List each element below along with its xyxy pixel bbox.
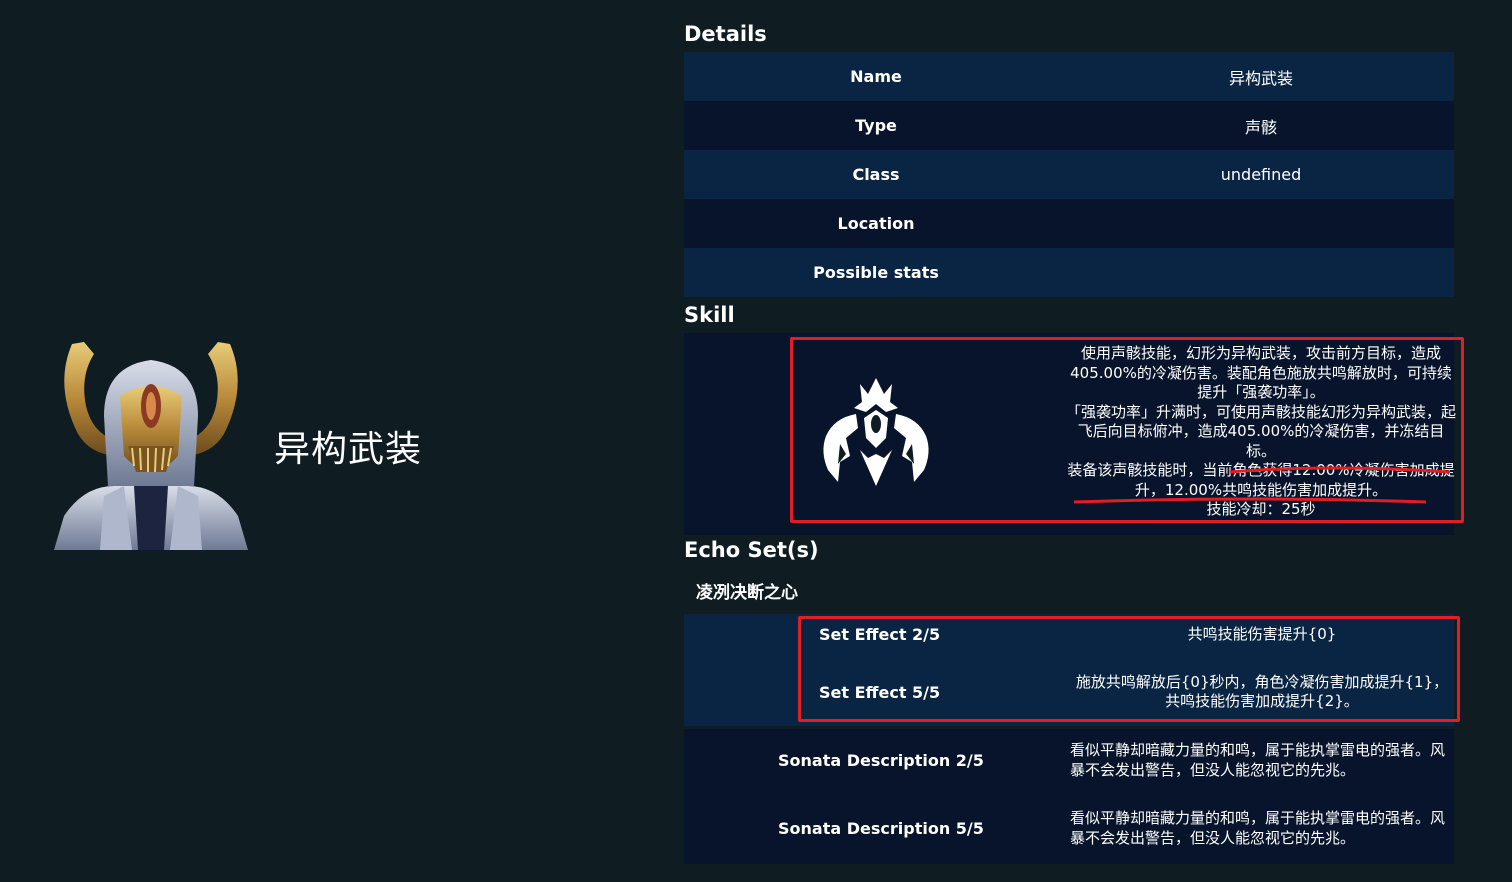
details-table: Name 异构武装 Type 声骸 Class undefined Locati… [684, 52, 1454, 297]
detail-key: Type [855, 116, 897, 135]
set-effect-value: 共鸣技能伤害提升{0} [1187, 624, 1337, 643]
table-row: Type 声骸 [684, 101, 1454, 150]
table-row: Class undefined [684, 150, 1454, 199]
hero-title: 异构武装 [274, 429, 423, 470]
skill-line: 使用声骸技能，幻形为异构武装，攻击前方目标，造成405.00%的冷凝伤害。装配角… [1070, 344, 1452, 401]
sonata-key: Sonata Description 5/5 [778, 819, 984, 838]
set-effect-key: Set Effect 5/5 [819, 683, 941, 702]
set-effect-row: Set Effect 5/5 施放共鸣解放后{0}秒内，角色冷凝伤害加成提升{1… [684, 673, 1454, 713]
skill-heading: Skill [684, 303, 735, 327]
set-effect-key: Set Effect 2/5 [819, 624, 941, 644]
detail-value: 声骸 [1244, 117, 1277, 137]
table-row: Location [684, 199, 1454, 248]
detail-key: Class [852, 165, 900, 184]
echo-portrait [44, 336, 258, 550]
detail-key: Location [837, 214, 915, 233]
detail-value: undefined [1220, 165, 1302, 184]
skill-line: 装备该声骸技能时，当前角色获得12.00%冷凝伤害加成提升，12.00%共鸣技能… [1067, 461, 1455, 499]
detail-key: Name [850, 67, 902, 86]
skill-line: 「强袭功率」升满时，可使用声骸技能幻形为异构武装，起飞后向目标俯冲，造成405.… [1066, 402, 1457, 460]
sonata-row: Sonata Description 2/5 看似平静却暗藏力量的和鸣，属于能执… [684, 741, 1454, 781]
details-heading: Details [684, 22, 767, 46]
skill-description: 使用声骸技能，幻形为异构武装，攻击前方目标，造成405.00%的冷凝伤害。装配角… [1066, 344, 1456, 520]
sonata-value: 看似平静却暗藏力量的和鸣，属于能执掌雷电的强者。风暴不会发出警告，但没人能忽视它… [1070, 809, 1446, 847]
skill-emblem-icon [823, 378, 929, 486]
echo-set-heading: Echo Set(s) [684, 538, 819, 562]
set-effect-row: Set Effect 2/5 共鸣技能伤害提升{0} [684, 624, 1454, 644]
sonata-key: Sonata Description 2/5 [778, 751, 984, 770]
detail-key: Possible stats [813, 263, 939, 282]
set-effect-value: 施放共鸣解放后{0}秒内，角色冷凝伤害加成提升{1}，共鸣技能伤害加成提升{2}… [1075, 673, 1449, 710]
table-row: Name 异构武装 [684, 52, 1454, 101]
sonata-value: 看似平静却暗藏力量的和鸣，属于能执掌雷电的强者。风暴不会发出警告，但没人能忽视它… [1070, 741, 1446, 779]
echo-portrait-icon [44, 336, 258, 550]
table-row: Possible stats [684, 248, 1454, 297]
sonata-row: Sonata Description 5/5 看似平静却暗藏力量的和鸣，属于能执… [684, 809, 1454, 849]
echo-set-name: 凌冽决断之心 [696, 583, 798, 603]
skill-line: 技能冷却：25秒 [1206, 500, 1316, 518]
detail-value: 异构武装 [1228, 68, 1293, 88]
